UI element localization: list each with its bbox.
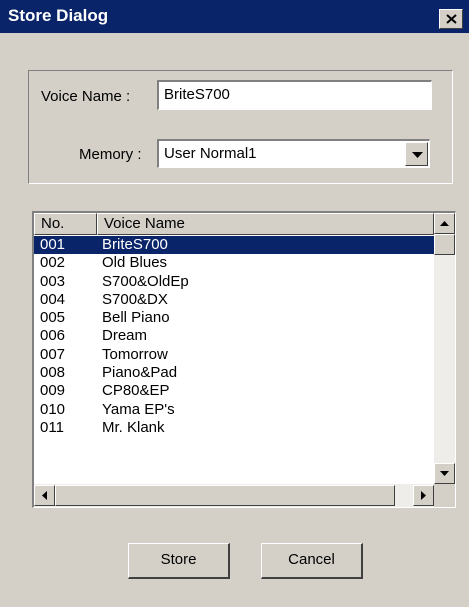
- voice-name: S700&OldEp: [102, 272, 189, 290]
- voice-name-input[interactable]: BriteS700: [157, 80, 432, 110]
- column-header-no[interactable]: No.: [34, 213, 97, 235]
- list-item[interactable]: 007 Tomorrow: [34, 346, 434, 364]
- close-icon: [446, 14, 457, 24]
- voice-list[interactable]: No. Voice Name 001 BriteS700 002 Old Blues 0…: [32, 211, 456, 508]
- memory-label: Memory :: [79, 146, 142, 163]
- voice-list-rows: 001 BriteS700 002 Old Blues 003 S700&OldEp 004…: [34, 236, 434, 437]
- voice-name: S700&DX: [102, 290, 168, 308]
- scroll-left-button[interactable]: [34, 485, 55, 506]
- voice-number: 001: [40, 236, 66, 253]
- scroll-up-button[interactable]: [434, 213, 455, 234]
- chevron-down-icon: [412, 152, 423, 158]
- arrow-up-icon: [440, 221, 449, 226]
- voice-number: 002: [40, 254, 66, 272]
- list-item[interactable]: 008 Piano&Pad: [34, 364, 434, 382]
- voice-number: 006: [40, 327, 66, 345]
- voice-number: 005: [40, 309, 66, 327]
- voice-number: 004: [40, 290, 66, 308]
- voice-name: Tomorrow: [102, 345, 168, 363]
- scroll-down-button[interactable]: [434, 463, 455, 484]
- voice-name: Bell Piano: [102, 309, 170, 327]
- store-dialog-window: Store Dialog Voice Name : BriteS700 Memo…: [0, 0, 469, 607]
- list-item[interactable]: 011 Mr. Klank: [34, 419, 434, 437]
- scrollbar-corner: [434, 484, 455, 507]
- voice-number: 007: [40, 345, 66, 363]
- list-item[interactable]: 003 S700&OldEp: [34, 273, 434, 291]
- list-item[interactable]: 005 Bell Piano: [34, 309, 434, 327]
- arrow-right-icon: [421, 491, 426, 500]
- voice-name: Piano&Pad: [102, 364, 178, 382]
- vertical-scroll-thumb[interactable]: [434, 234, 455, 255]
- voice-name: Yama EP's: [102, 400, 175, 418]
- vertical-scrollbar[interactable]: [434, 213, 455, 484]
- voice-name: BriteS700: [102, 236, 168, 253]
- voice-name: Dream: [102, 327, 148, 345]
- horizontal-scrollbar[interactable]: [34, 484, 434, 507]
- voice-name: Mr. Klank: [102, 418, 165, 436]
- voice-name-label: Voice Name :: [41, 88, 131, 105]
- memory-selected-value: User Normal1: [164, 145, 257, 162]
- voice-number: 011: [40, 418, 64, 436]
- list-item[interactable]: 009 CP80&EP: [34, 382, 434, 400]
- list-item[interactable]: 001 BriteS700: [34, 236, 434, 255]
- vertical-scroll-track[interactable]: [434, 255, 455, 463]
- horizontal-scroll-thumb[interactable]: [55, 485, 395, 506]
- voice-number: 010: [40, 400, 66, 418]
- memory-dropdown-button[interactable]: [405, 142, 428, 166]
- voice-number: 003: [40, 272, 66, 290]
- column-header-voice-name[interactable]: Voice Name: [97, 213, 434, 235]
- list-item[interactable]: 010 Yama EP's: [34, 401, 434, 419]
- window-title: Store Dialog: [8, 6, 109, 25]
- close-button[interactable]: [439, 9, 463, 29]
- voice-name: CP80&EP: [102, 382, 170, 400]
- list-item[interactable]: 006 Dream: [34, 327, 434, 345]
- voice-name: Old Blues: [102, 254, 168, 272]
- list-item[interactable]: 004 S700&DX: [34, 291, 434, 309]
- arrow-down-icon: [440, 471, 449, 476]
- cancel-button[interactable]: Cancel: [261, 543, 363, 579]
- scroll-right-button[interactable]: [413, 485, 434, 506]
- voice-number: 008: [40, 364, 66, 382]
- list-item[interactable]: 002 Old Blues: [34, 254, 434, 272]
- memory-dropdown[interactable]: User Normal1: [157, 139, 430, 168]
- title-bar[interactable]: Store Dialog: [0, 0, 469, 33]
- voice-number: 009: [40, 382, 66, 400]
- arrow-left-icon: [42, 491, 47, 500]
- store-button[interactable]: Store: [128, 543, 230, 579]
